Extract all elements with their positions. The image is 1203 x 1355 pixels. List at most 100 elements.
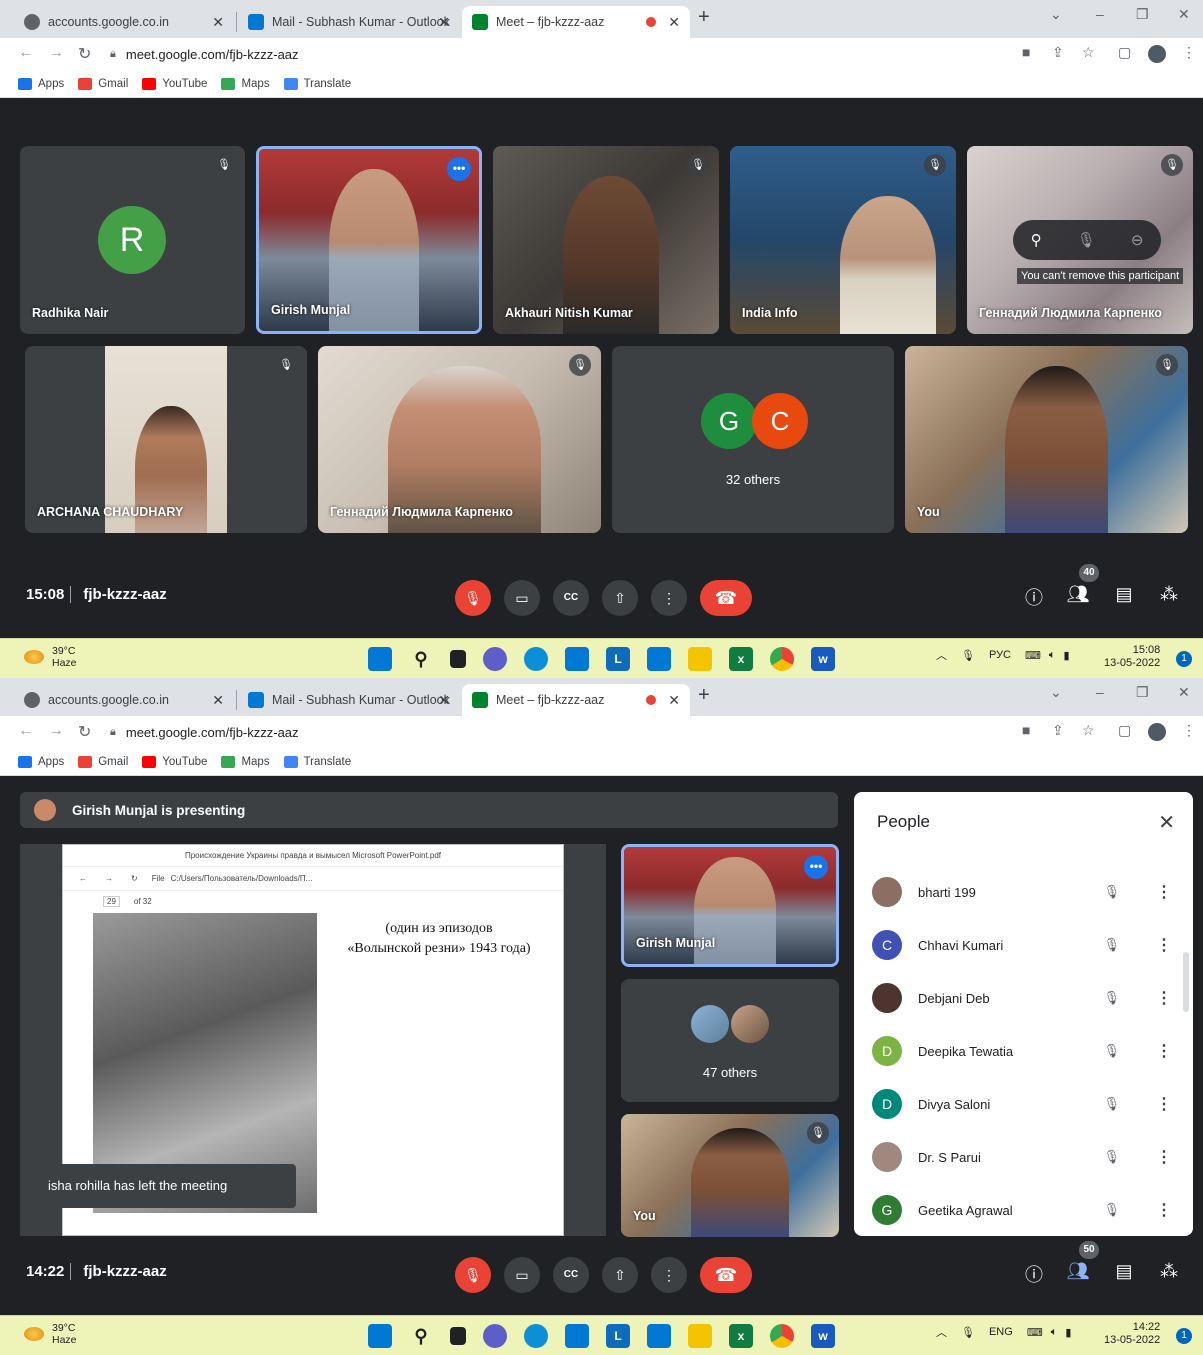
bookmark-translate[interactable]: Translate [283,77,351,90]
close-tab-icon[interactable]: ✕ [212,692,224,709]
reload-icon[interactable]: ↻ [78,722,91,742]
weather-widget[interactable]: 39°C Haze [24,1322,77,1346]
others-tile[interactable]: G C 32 others [612,346,894,533]
camera-icon[interactable]: ■ [1022,44,1030,60]
mail-icon[interactable] [565,647,589,671]
mic-toggle-button[interactable]: 🎙︎ [455,580,491,616]
participant-tile[interactable]: 🎙︎ India Info [730,146,956,334]
tab-outlook[interactable]: Mail - Subhash Kumar - Outlook ✕ [238,6,460,38]
profile-avatar[interactable] [1148,45,1166,63]
list-item[interactable]: D Deepika Tewatia 🎙︎ ⋮ [872,1031,1172,1071]
file-explorer-icon[interactable] [688,647,712,671]
close-window-icon[interactable]: ✕ [1178,684,1190,701]
teams-icon[interactable] [483,1324,507,1348]
back-icon[interactable]: ← [18,44,34,62]
list-item[interactable]: C Chhavi Kumari 🎙︎ ⋮ [872,925,1172,965]
more-options-icon[interactable]: ⋮ [1156,935,1172,955]
presentation-area[interactable]: Происхождение Украины правда и вымысел M… [20,844,606,1236]
more-options-button[interactable]: ⋮ [651,580,687,616]
edge-icon[interactable] [524,1324,548,1348]
sidepanel-icon[interactable]: ▢ [1118,722,1131,739]
close-window-icon[interactable]: ✕ [1178,6,1190,23]
bookmark-youtube[interactable]: YouTube [142,755,207,768]
participant-tile[interactable]: ⚲ 🎙︎ ⊖ You can't remove this participant… [967,146,1193,334]
profile-avatar[interactable] [1148,723,1166,741]
captions-button[interactable]: CC [553,1257,589,1293]
network-icon[interactable]: ⌨︎ [1027,1326,1043,1339]
reload-icon[interactable]: ↻ [78,44,91,64]
participant-tile[interactable]: ••• Girish Munjal [621,844,839,967]
share-icon[interactable]: ⇪ [1052,722,1064,739]
bookmark-gmail[interactable]: Gmail [78,77,128,90]
chat-icon[interactable]: ▤ [1111,584,1137,605]
close-tab-icon[interactable]: ✕ [668,14,680,31]
notification-badge[interactable]: 1 [1176,651,1192,667]
list-item[interactable]: G Geetika Agrawal 🎙︎ ⋮ [872,1190,1172,1230]
sidepanel-icon[interactable]: ▢ [1118,44,1131,61]
tab-meet[interactable]: Meet – fjb-kzzz-aaz ✕ [462,684,690,716]
participant-tile[interactable]: 🎙︎ ARCHANA CHAUDHARY [25,346,307,533]
bookmark-youtube[interactable]: YouTube [142,77,207,90]
tab-meet[interactable]: Meet – fjb-kzzz-aaz ✕ [462,6,690,38]
new-tab-button[interactable]: + [698,6,710,29]
camera-toggle-button[interactable]: ▭ [504,1257,540,1293]
more-options-icon[interactable]: ••• [804,855,828,879]
weather-widget[interactable]: 39°C Haze [24,645,77,669]
list-item[interactable]: D Divya Saloni 🎙︎ ⋮ [872,1084,1172,1124]
close-tab-icon[interactable]: ✕ [438,692,450,709]
info-icon[interactable]: ⓘ [1021,1261,1047,1287]
restore-icon[interactable]: ❐ [1136,684,1149,701]
clock[interactable]: 15:08 13-05-2022 [1104,644,1160,670]
task-view-icon[interactable] [450,650,466,668]
start-icon[interactable] [368,647,392,671]
people-icon[interactable]: 👥︎ [1065,1261,1091,1282]
reload-icon[interactable]: ↻ [131,874,138,883]
teams-icon[interactable] [483,647,507,671]
tab-accounts[interactable]: accounts.google.co.in ✕ [14,6,234,38]
bookmark-gmail[interactable]: Gmail [78,755,128,768]
forward-icon[interactable]: → [105,874,113,883]
others-tile[interactable]: 47 others [621,979,839,1102]
list-item[interactable]: Dr. S Parui 🎙︎ ⋮ [872,1137,1172,1177]
menu-icon[interactable]: ⋮ [1182,44,1196,61]
back-icon[interactable]: ← [79,874,87,883]
outlook-icon[interactable] [647,1324,671,1348]
participant-tile[interactable]: 🎙︎ Геннадий Людмила Карпенко [318,346,601,533]
word-icon[interactable]: w [811,1324,835,1348]
leave-call-button[interactable]: ☎︎ [700,580,752,616]
participant-tile[interactable]: ••• Girish Munjal [256,146,482,334]
edge-icon[interactable] [524,647,548,671]
close-icon[interactable]: ✕ [1158,810,1175,835]
url-field[interactable]: 🔒︎ meet.google.com/fjb-kzzz-aaz [110,42,1010,66]
participant-tile[interactable]: 🎙︎ Akhauri Nitish Kumar [493,146,719,334]
volume-icon[interactable]: 🔈︎ [1049,649,1056,662]
forward-icon[interactable]: → [48,722,64,740]
network-icon[interactable]: ⌨︎ [1025,649,1041,662]
minimize-icon[interactable]: – [1096,684,1104,700]
bookmark-maps[interactable]: Maps [221,755,270,768]
chevron-up-icon[interactable]: ︿ [936,647,947,663]
more-options-icon[interactable]: ⋮ [1156,1200,1172,1220]
chrome-icon[interactable] [770,1324,794,1348]
bookmark-maps[interactable]: Maps [221,77,270,90]
participant-tile[interactable]: R 🎙︎ Radhika Nair [20,146,245,334]
new-tab-button[interactable]: + [698,684,710,707]
more-options-icon[interactable]: ⋮ [1156,1041,1172,1061]
mic-toggle-button[interactable]: 🎙︎ [455,1257,491,1293]
start-icon[interactable] [368,1324,392,1348]
notification-badge[interactable]: 1 [1176,1328,1192,1344]
word-icon[interactable]: w [811,647,835,671]
tab-search-icon[interactable]: ⌄ [1050,684,1062,701]
present-button[interactable]: ⇧ [602,1257,638,1293]
remove-participant-icon[interactable]: ⊖ [1131,231,1144,249]
more-options-icon[interactable]: ••• [447,157,471,181]
store-icon[interactable]: L [606,647,630,671]
chat-icon[interactable]: ▤ [1111,1261,1137,1282]
mic-tray-icon[interactable]: 🎙︎ [961,649,975,662]
minimize-icon[interactable]: – [1096,6,1104,22]
tab-accounts[interactable]: accounts.google.co.in ✕ [14,684,234,716]
clock[interactable]: 14:22 13-05-2022 [1104,1321,1160,1347]
menu-icon[interactable]: ⋮ [1182,722,1196,739]
excel-icon[interactable]: x [729,647,753,671]
pin-icon[interactable]: ⚲ [1031,231,1042,249]
